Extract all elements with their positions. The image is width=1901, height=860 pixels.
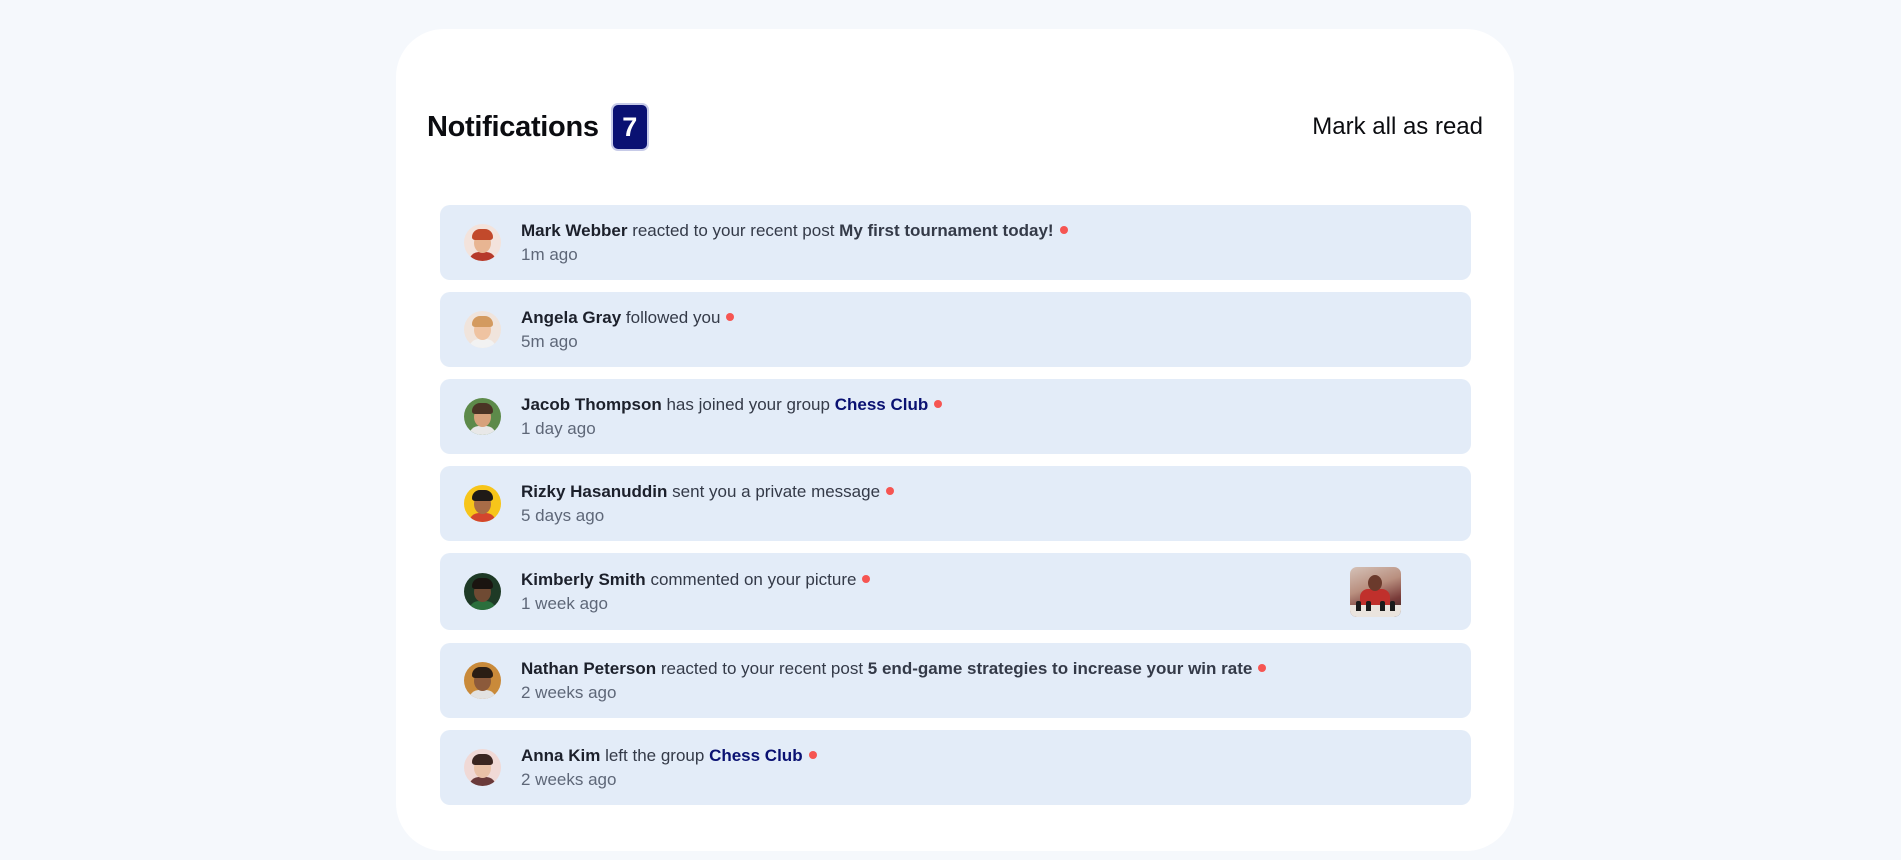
avatar[interactable]: [464, 311, 501, 348]
notification-item[interactable]: Rizky Hasanuddin sent you a private mess…: [440, 466, 1471, 541]
notification-text: Anna Kim left the group Chess Club: [521, 744, 817, 768]
user-name-link[interactable]: Rizky Hasanuddin: [521, 482, 667, 501]
avatar[interactable]: [464, 749, 501, 786]
notification-action: sent you a private message: [672, 481, 881, 501]
user-name-link[interactable]: Kimberly Smith: [521, 570, 646, 589]
avatar[interactable]: [464, 398, 501, 435]
notification-item[interactable]: Mark Webber reacted to your recent post …: [440, 205, 1471, 280]
notification-time: 1 day ago: [521, 418, 596, 438]
post-title-link[interactable]: 5 end-game strategies to increase your w…: [868, 659, 1253, 678]
notifications-header: Notifications 7 Mark all as read: [427, 103, 1483, 151]
notification-text: Angela Gray followed you: [521, 306, 735, 330]
mark-all-as-read-button[interactable]: Mark all as read: [1312, 113, 1483, 141]
notification-time: 1 week ago: [521, 593, 608, 613]
notification-time: 1m ago: [521, 244, 578, 264]
notification-text: Jacob Thompson has joined your group Che…: [521, 393, 943, 417]
avatar[interactable]: [464, 662, 501, 699]
unread-dot-icon: [726, 313, 735, 322]
page-title: Notifications: [427, 110, 599, 143]
notification-text: Kimberly Smith commented on your picture: [521, 568, 871, 592]
unread-dot-icon: [862, 575, 871, 584]
notification-time: 5m ago: [521, 331, 578, 351]
notification-item[interactable]: Kimberly Smith commented on your picture…: [440, 553, 1471, 630]
notification-text: Rizky Hasanuddin sent you a private mess…: [521, 480, 895, 504]
notification-item[interactable]: Nathan Peterson reacted to your recent p…: [440, 643, 1471, 718]
unread-count-badge: 7: [612, 105, 647, 149]
avatar[interactable]: [464, 485, 501, 522]
notifications-card: Notifications 7 Mark all as read Mark We…: [396, 29, 1514, 851]
user-name-link[interactable]: Jacob Thompson: [521, 395, 662, 414]
notification-action: left the group: [605, 745, 705, 765]
notification-time: 2 weeks ago: [521, 769, 617, 789]
notification-action: reacted to your recent post: [660, 658, 864, 678]
user-name-link[interactable]: Angela Gray: [521, 308, 621, 327]
unread-dot-icon: [1258, 664, 1267, 673]
unread-dot-icon: [934, 400, 943, 409]
unread-dot-icon: [808, 751, 817, 760]
post-title-link[interactable]: My first tournament today!: [839, 221, 1053, 240]
notification-action: has joined your group: [666, 394, 830, 414]
group-name-link[interactable]: Chess Club: [709, 746, 803, 765]
user-name-link[interactable]: Nathan Peterson: [521, 659, 656, 678]
notification-time: 5 days ago: [521, 505, 605, 525]
notification-list: Mark Webber reacted to your recent post …: [440, 205, 1471, 817]
user-name-link[interactable]: Anna Kim: [521, 746, 600, 765]
group-name-link[interactable]: Chess Club: [835, 395, 929, 414]
notification-action: commented on your picture: [650, 569, 857, 589]
title-group: Notifications 7: [427, 105, 647, 149]
notification-time: 2 weeks ago: [521, 682, 617, 702]
notification-text: Nathan Peterson reacted to your recent p…: [521, 657, 1267, 681]
notification-item[interactable]: Anna Kim left the group Chess Club 2 wee…: [440, 730, 1471, 805]
unread-dot-icon: [886, 487, 895, 496]
avatar[interactable]: [464, 573, 501, 610]
notification-action: followed you: [625, 307, 721, 327]
avatar[interactable]: [464, 224, 501, 261]
notification-item[interactable]: Jacob Thompson has joined your group Che…: [440, 379, 1471, 454]
notification-action: reacted to your recent post: [632, 220, 835, 240]
commented-picture-thumbnail[interactable]: [1350, 567, 1401, 617]
notification-item[interactable]: Angela Gray followed you 5m ago: [440, 292, 1471, 367]
unread-dot-icon: [1059, 226, 1068, 235]
notification-text: Mark Webber reacted to your recent post …: [521, 219, 1068, 243]
user-name-link[interactable]: Mark Webber: [521, 221, 627, 240]
